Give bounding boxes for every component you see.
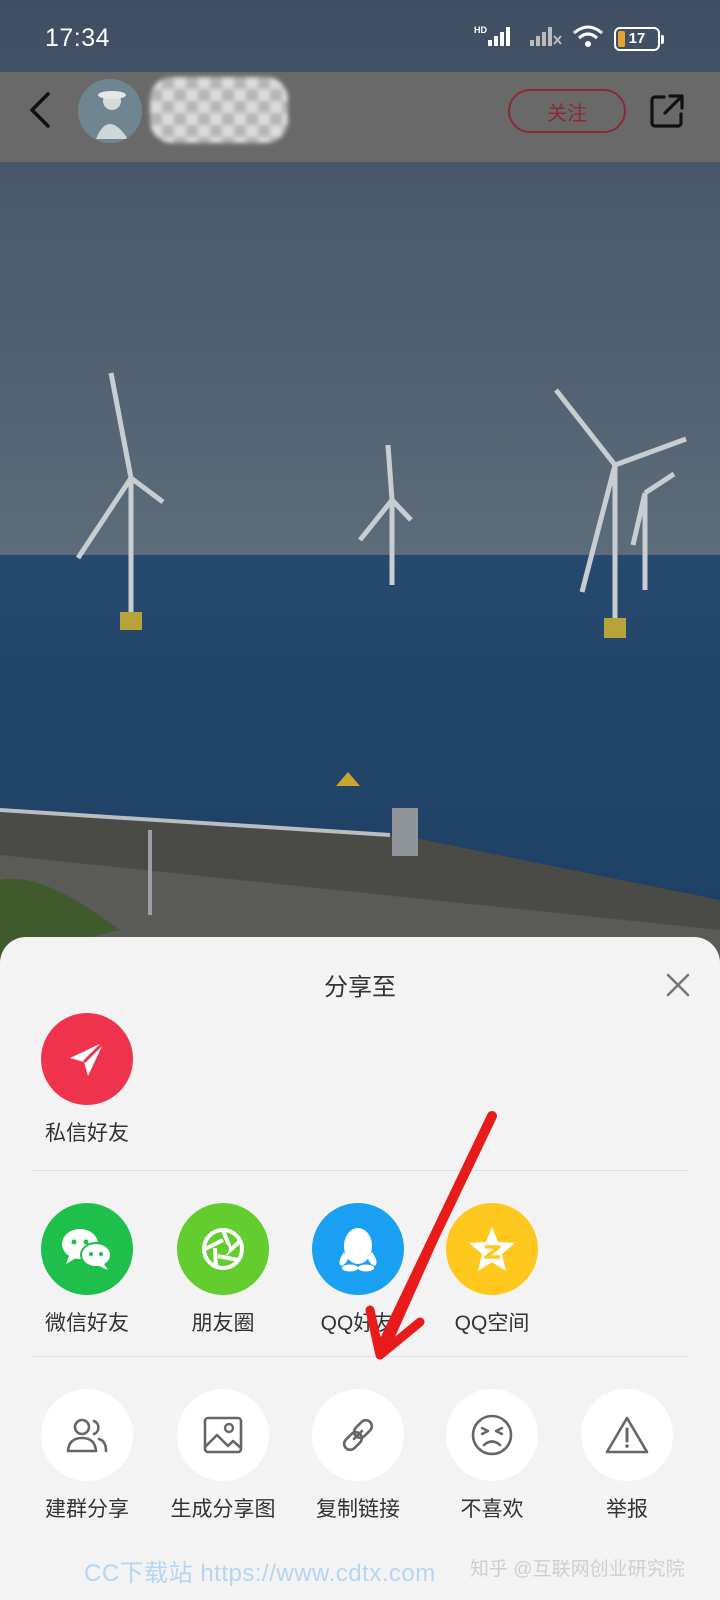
image-icon [177, 1389, 269, 1481]
site-watermark: CC下载站 https://www.cdtx.com [84, 1560, 436, 1587]
link-icon [312, 1389, 404, 1481]
share-qq-friend[interactable]: QQ好友 [298, 1203, 418, 1337]
hd-label: HD [474, 25, 487, 35]
signal-off-icon [528, 24, 562, 53]
dislike-face-icon [446, 1389, 538, 1481]
penguin-icon [312, 1203, 404, 1295]
share-generate-image[interactable]: 生成分享图 [163, 1389, 283, 1523]
share-label: 私信好友 [45, 1122, 129, 1145]
signal-icon: HD [474, 24, 518, 53]
share-copy-link[interactable]: 复制链接 [298, 1389, 418, 1523]
follow-button[interactable]: 关注 [508, 89, 626, 133]
share-label: 复制链接 [316, 1498, 400, 1521]
share-wechat-friend[interactable]: 微信好友 [27, 1203, 147, 1337]
share-label: 微信好友 [45, 1312, 129, 1335]
share-label: 举报 [606, 1498, 648, 1521]
back-arrow-icon [30, 92, 50, 128]
share-label: 朋友圈 [191, 1312, 255, 1335]
share-create-group[interactable]: 建群分享 [27, 1389, 147, 1523]
paper-plane-icon [41, 1013, 133, 1105]
share-label: QQ好友 [320, 1312, 396, 1335]
author-name-redacted [150, 77, 288, 143]
share-label: 建群分享 [45, 1498, 129, 1521]
post-header: 关注 [0, 72, 720, 162]
share-dislike[interactable]: 不喜欢 [432, 1389, 552, 1523]
status-icons: HD 17 [474, 24, 664, 53]
wifi-icon [572, 24, 604, 53]
back-button[interactable] [20, 90, 60, 130]
status-bar: 17:34 HD 17 [0, 0, 720, 72]
author-avatar[interactable] [78, 79, 142, 143]
battery-level: 17 [628, 30, 646, 47]
warning-icon [581, 1389, 673, 1481]
share-sheet-title: 分享至 [324, 974, 396, 1001]
author-watermark: 知乎 @互联网创业研究院 [470, 1559, 685, 1580]
share-private-message[interactable]: 私信好友 [27, 1013, 147, 1147]
close-icon [666, 973, 690, 997]
wechat-icon [41, 1203, 133, 1295]
share-report[interactable]: 举报 [567, 1389, 687, 1523]
status-time: 17:34 [45, 24, 111, 52]
divider [32, 1356, 688, 1357]
shutter-icon [177, 1203, 269, 1295]
star-icon [446, 1203, 538, 1295]
share-label: 不喜欢 [460, 1498, 524, 1521]
close-button[interactable] [664, 971, 692, 999]
share-out-button[interactable] [648, 92, 686, 130]
battery-icon: 17 [614, 26, 664, 51]
share-qzone[interactable]: QQ空间 [432, 1203, 552, 1337]
share-label: 生成分享图 [170, 1498, 276, 1521]
divider [32, 1170, 688, 1171]
group-icon [41, 1389, 133, 1481]
share-out-icon [650, 94, 684, 128]
share-label: QQ空间 [454, 1312, 530, 1335]
share-moments[interactable]: 朋友圈 [163, 1203, 283, 1337]
share-sheet: 分享至 私信好友 微信好友 朋友圈 QQ好友 QQ空间 建群分享 生成分享图 复… [0, 937, 720, 1600]
